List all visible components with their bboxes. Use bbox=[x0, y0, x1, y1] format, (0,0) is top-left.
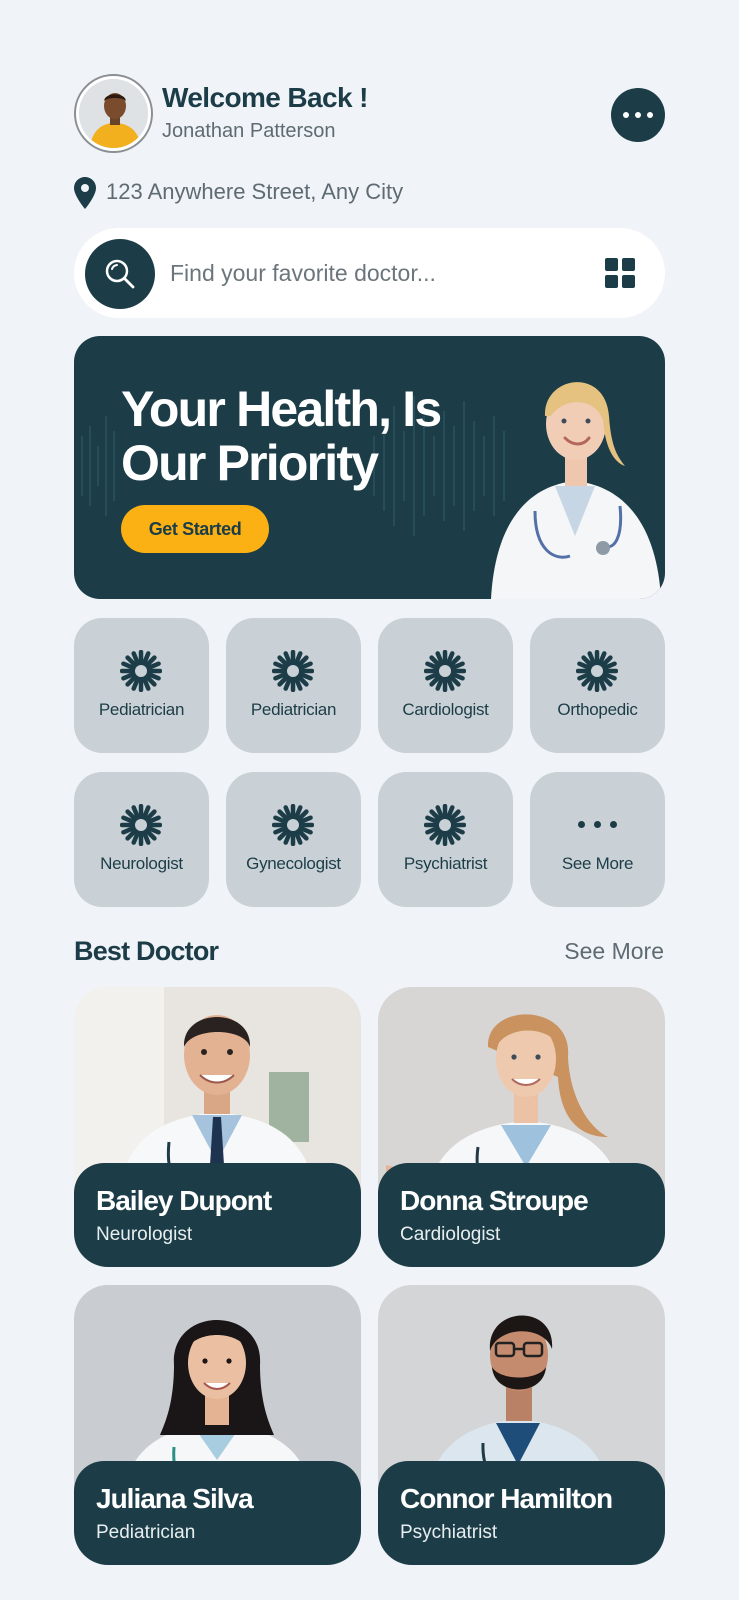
promo-banner: Your Health, Is Our Priority Get Started bbox=[74, 336, 665, 599]
starburst-icon bbox=[120, 804, 162, 846]
category-tile[interactable]: Cardiologist bbox=[378, 618, 513, 753]
doctor-name: Donna Stroupe bbox=[400, 1185, 589, 1216]
category-label: Pediatrician bbox=[250, 700, 337, 719]
starburst-icon bbox=[424, 650, 466, 692]
doctor-info: Donna Stroupe Cardiologist bbox=[378, 1163, 665, 1267]
user-avatar-image bbox=[79, 79, 148, 148]
category-tile[interactable]: Gynecologist bbox=[226, 772, 361, 907]
starburst-icon bbox=[576, 650, 618, 692]
category-tile[interactable]: Pediatrician bbox=[74, 618, 209, 753]
more-horizontal-icon bbox=[530, 821, 665, 828]
doctor-specialty: Cardiologist bbox=[400, 1224, 501, 1245]
header: Welcome Back ! Jonathan Patterson bbox=[74, 74, 665, 154]
starburst-icon bbox=[120, 650, 162, 692]
search-bar bbox=[74, 228, 665, 318]
avatar[interactable] bbox=[74, 74, 153, 153]
category-tile[interactable]: Pediatrician bbox=[226, 618, 361, 753]
user-name: Jonathan Patterson bbox=[162, 120, 336, 142]
doctor-name: Juliana Silva bbox=[96, 1483, 254, 1514]
doctor-card[interactable]: Connor Hamilton Psychiatrist bbox=[378, 1285, 665, 1565]
banner-title-line2: Our Priority bbox=[121, 435, 379, 491]
location-address: 123 Anywhere Street, Any City bbox=[106, 179, 404, 204]
doctor-info: Bailey Dupont Neurologist bbox=[74, 1163, 361, 1267]
doctor-name: Connor Hamilton bbox=[400, 1483, 613, 1514]
category-tile[interactable]: Psychiatrist bbox=[378, 772, 513, 907]
starburst-icon bbox=[424, 804, 466, 846]
starburst-icon bbox=[272, 804, 314, 846]
section-title: Best Doctor bbox=[74, 936, 219, 966]
doctor-photo bbox=[491, 382, 661, 599]
more-horizontal-icon bbox=[623, 112, 629, 118]
search-icon bbox=[105, 259, 135, 289]
search-input[interactable] bbox=[170, 252, 570, 294]
category-label: Pediatrician bbox=[98, 700, 185, 719]
map-pin-icon bbox=[74, 177, 96, 209]
category-label: See More bbox=[561, 854, 634, 873]
more-menu-button[interactable] bbox=[611, 88, 665, 142]
banner-title-line1: Your Health, Is bbox=[121, 381, 442, 437]
doctor-info: Juliana Silva Pediatrician bbox=[74, 1461, 361, 1565]
doctor-name: Bailey Dupont bbox=[96, 1185, 272, 1216]
doctor-specialty: Pediatrician bbox=[96, 1522, 196, 1543]
category-grid: Pediatrician Pediatrician Cardiologist O… bbox=[74, 618, 665, 908]
doctor-specialty: Neurologist bbox=[96, 1224, 193, 1245]
banner-title: Your Health, Is Our Priority bbox=[121, 382, 481, 490]
doctor-card[interactable]: Bailey Dupont Neurologist bbox=[74, 987, 361, 1267]
category-label: Gynecologist bbox=[246, 854, 341, 873]
category-label: Orthopedic bbox=[557, 700, 638, 719]
category-label: Psychiatrist bbox=[403, 854, 488, 873]
category-see-more[interactable]: See More bbox=[530, 772, 665, 907]
doctor-info: Connor Hamilton Psychiatrist bbox=[378, 1461, 665, 1565]
search-button[interactable] bbox=[85, 239, 155, 309]
category-tile[interactable]: Neurologist bbox=[74, 772, 209, 907]
welcome-heading: Welcome Back ! bbox=[162, 82, 368, 113]
doctor-card[interactable]: Juliana Silva Pediatrician bbox=[74, 1285, 361, 1565]
doctor-card[interactable]: Donna Stroupe Cardiologist bbox=[378, 987, 665, 1267]
category-label: Cardiologist bbox=[402, 700, 489, 719]
starburst-icon bbox=[272, 650, 314, 692]
doctor-specialty: Psychiatrist bbox=[400, 1522, 498, 1543]
category-tile[interactable]: Orthopedic bbox=[530, 618, 665, 753]
see-more-link[interactable]: See More bbox=[564, 938, 664, 965]
get-started-button[interactable]: Get Started bbox=[121, 505, 269, 553]
grid-icon[interactable] bbox=[605, 258, 635, 288]
location-row[interactable]: 123 Anywhere Street, Any City bbox=[74, 175, 574, 211]
category-label: Neurologist bbox=[100, 854, 183, 873]
